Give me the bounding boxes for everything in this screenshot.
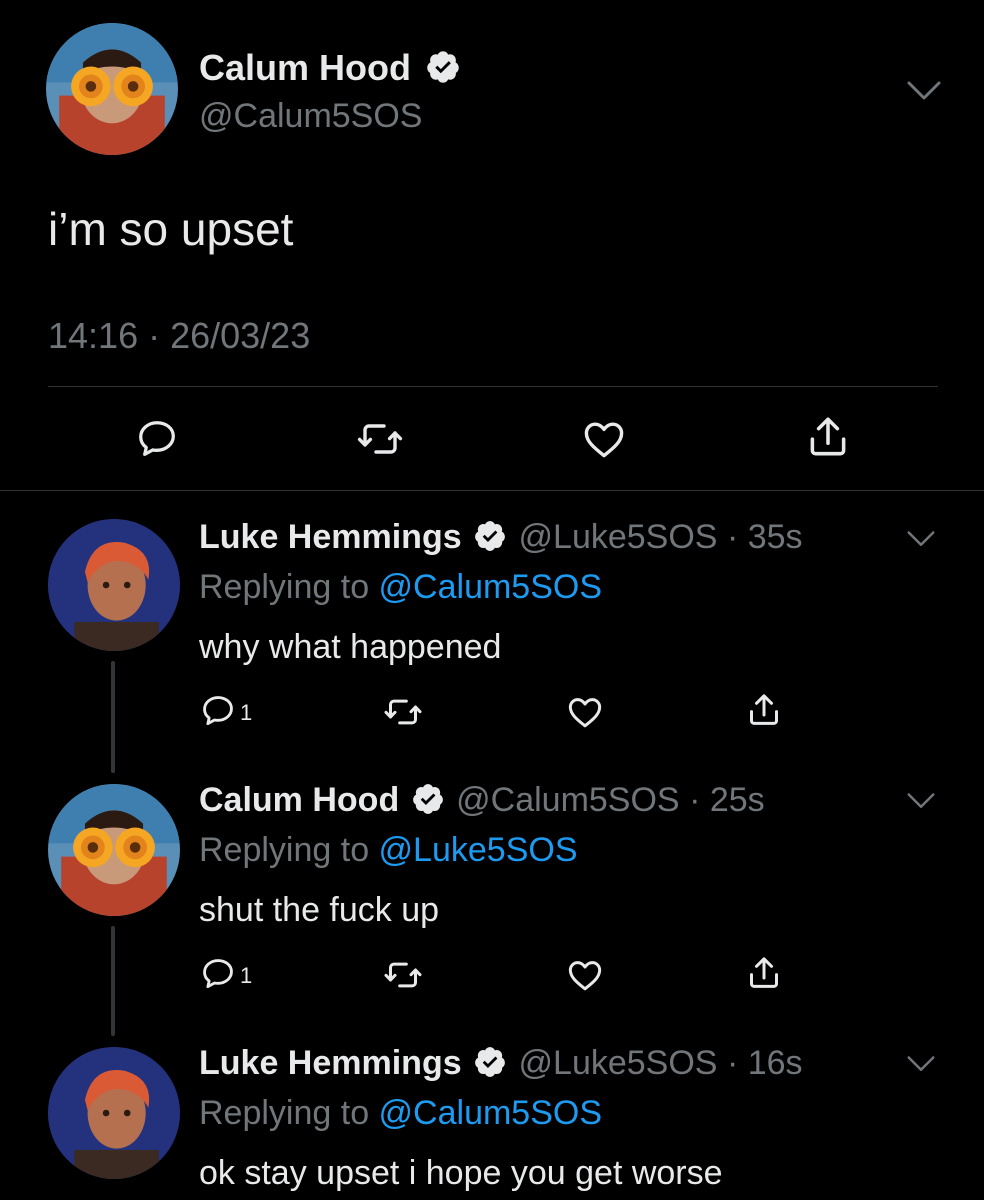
relative-time[interactable]: 25s [710,781,765,819]
replying-to-handle[interactable]: @Calum5SOS [379,1094,602,1132]
author-handle[interactable]: @Calum5SOS [456,781,679,819]
chevron-down-icon[interactable] [906,530,936,548]
replying-to-handle[interactable]: @Luke5SOS [379,831,578,869]
author-name[interactable]: Calum Hood [199,47,461,89]
avatar-luke[interactable] [48,519,180,651]
tweet-timestamp[interactable]: 14:16 · 26/03/23 [48,315,310,357]
reply-icon[interactable] [199,692,237,730]
verified-badge-icon [412,784,443,814]
replying-to-label: Replying to [199,831,379,869]
avatar-calum[interactable] [48,784,180,916]
reply-header: Luke Hemmings @Luke5SOS · 16s [199,1043,803,1083]
relative-time[interactable]: 16s [748,1044,803,1082]
retweet-icon[interactable] [383,692,423,732]
reply-header: Luke Hemmings @Luke5SOS · 35s [199,517,803,557]
like-icon[interactable] [580,415,628,463]
author-handle[interactable]: @Luke5SOS [519,518,718,556]
verified-badge-icon [475,521,505,551]
author-handle[interactable]: @Luke5SOS [519,1044,718,1082]
author-name[interactable]: Luke Hemmings [199,518,462,556]
separator-dot: · [726,518,739,556]
divider [48,386,938,387]
reply-text: ok stay upset i hope you get worse [199,1154,723,1192]
reply-icon[interactable] [134,416,180,462]
reply-header: Calum Hood @Calum5SOS · 25s [199,780,765,820]
thread-line [111,926,115,1036]
share-icon[interactable] [744,690,784,730]
replying-to-handle[interactable]: @Calum5SOS [379,568,602,606]
like-icon[interactable] [565,692,605,732]
reply-count: 1 [240,963,253,988]
share-icon[interactable] [803,412,853,462]
relative-time[interactable]: 35s [748,518,803,556]
chevron-down-icon[interactable] [906,80,942,102]
reply-count: 1 [240,700,253,725]
author-name[interactable]: Calum Hood [199,781,399,819]
chevron-down-icon[interactable] [906,1055,936,1073]
replying-to-line: Replying to @Calum5SOS [199,1093,602,1133]
replying-to-line: Replying to @Luke5SOS [199,830,578,870]
reply-text: shut the fuck up [199,891,440,929]
author-name-text[interactable]: Calum Hood [199,47,411,88]
replying-to-line: Replying to @Calum5SOS [199,567,602,607]
divider [0,490,984,491]
author-name[interactable]: Luke Hemmings [199,1044,462,1082]
tweet-text: i’m so upset [48,203,294,255]
replying-to-label: Replying to [199,568,379,606]
avatar-luke[interactable] [48,1047,180,1179]
author-handle[interactable]: @Calum5SOS [199,96,422,136]
thread-line [111,661,115,773]
like-icon[interactable] [565,955,605,995]
share-icon[interactable] [744,953,784,993]
verified-badge-icon [475,1047,505,1077]
replying-to-label: Replying to [199,1094,379,1132]
reply-icon[interactable] [199,955,237,993]
chevron-down-icon[interactable] [906,792,936,810]
reply-text: why what happened [199,628,502,666]
separator-dot: · [689,781,701,819]
verified-badge-icon [427,51,459,84]
separator-dot: · [726,1044,739,1082]
retweet-icon[interactable] [356,415,404,463]
retweet-icon[interactable] [383,955,423,995]
avatar-calum[interactable] [46,23,178,155]
